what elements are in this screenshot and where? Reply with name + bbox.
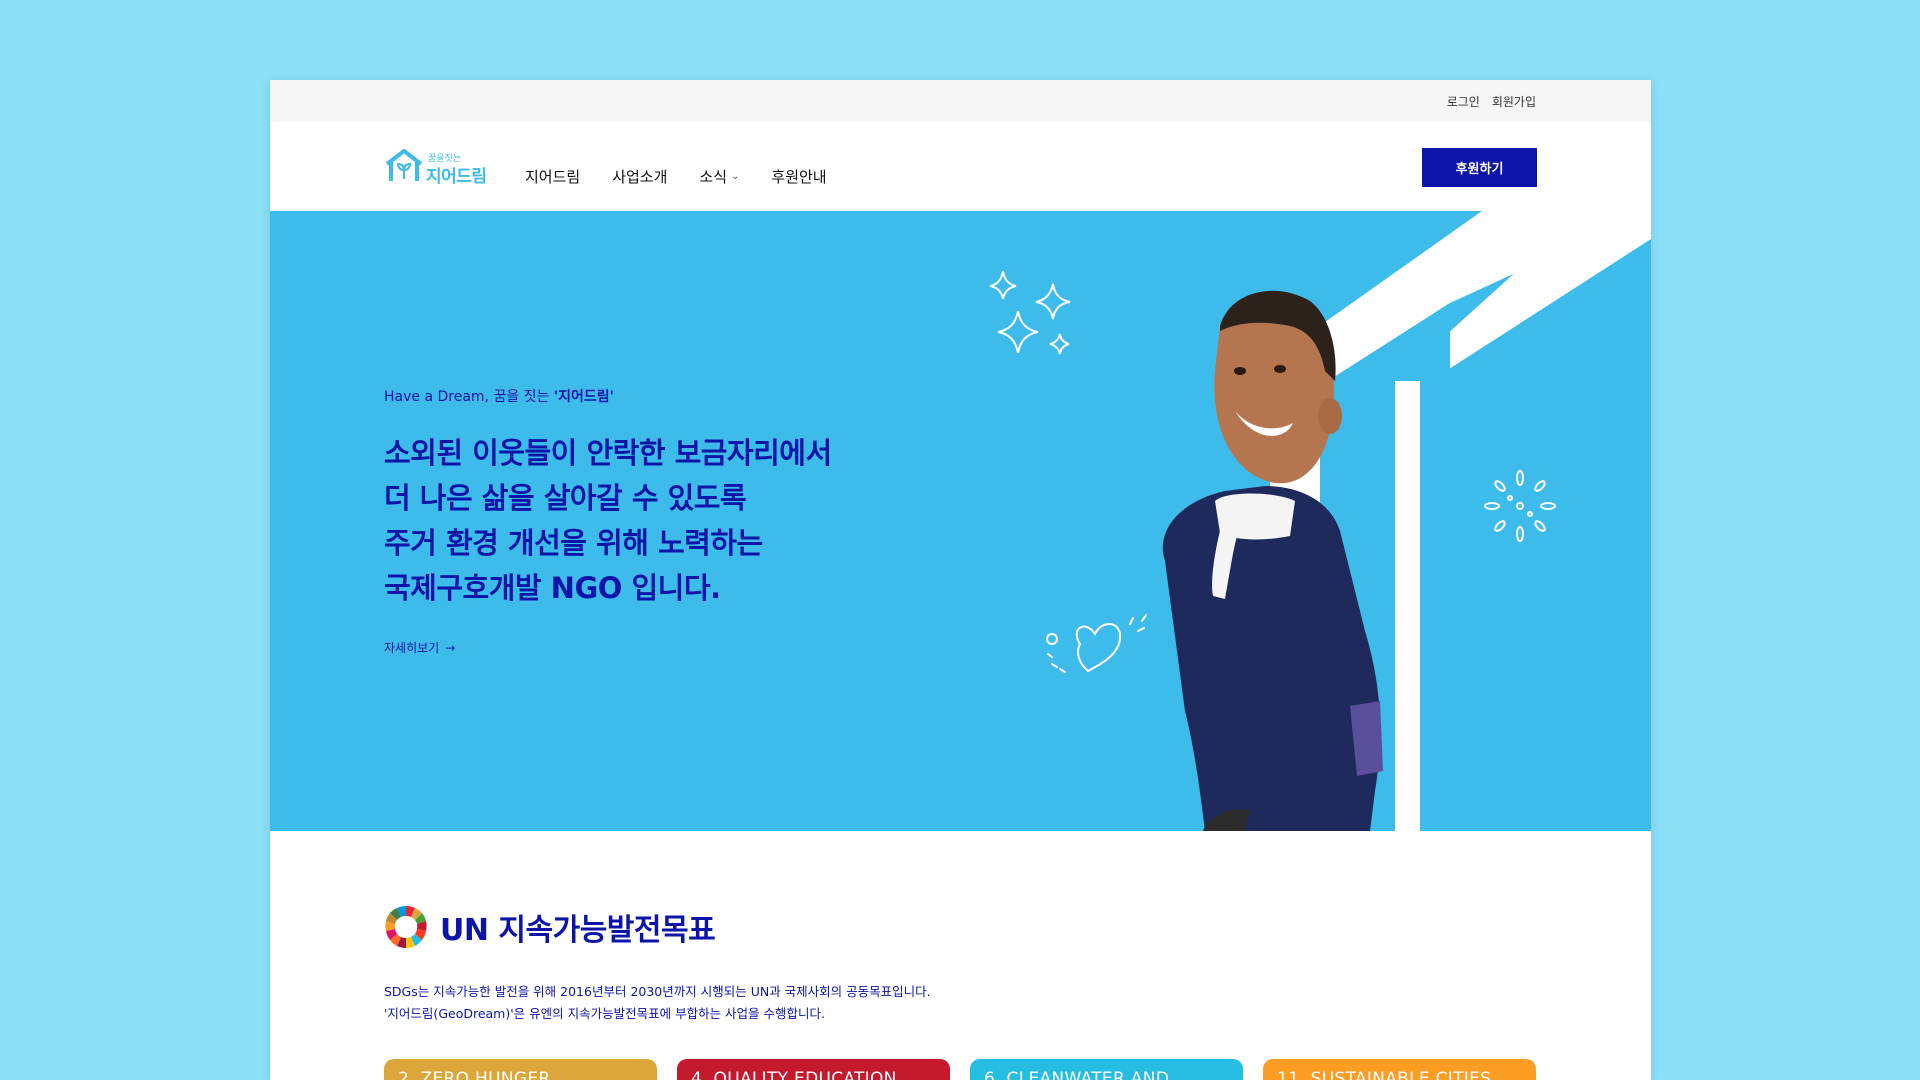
hero-headline: 소외된 이웃들이 안락한 보금자리에서 더 나은 삶을 살아갈 수 있도록 주거… [384,431,944,611]
house-logo-icon [385,149,423,181]
donate-button[interactable]: 후원하기 [1422,148,1537,187]
nav-item-business[interactable]: 사업소개 [612,166,667,187]
sdg-card-sustainable-cities[interactable]: 11. SUSTAINABLE CITIES [1263,1059,1536,1080]
eyebrow-highlight: '지어드림' [553,389,614,405]
hero-eyebrow: Have a Dream, 꿈을 짓는 '지어드림' [384,386,614,406]
browser-page: 로그인 회원가입 꿈을짓는 지어드림 지어드림 사업소개 소식 ⌄ 후원안내 후원… [270,80,1651,1080]
sdg-card-clean-water[interactable]: 6. CLEANWATER AND [970,1059,1243,1080]
child-photo [1162,290,1383,831]
headline-line: 국제구호개발 NGO 입니다. [384,571,721,605]
utility-bar: 로그인 회원가입 [270,80,1651,122]
arrow-right-icon: → [445,640,456,655]
chevron-down-icon: ⌄ [731,171,740,182]
headline-line: 주거 환경 개선을 위해 노력하는 [384,526,763,560]
sdg-title: UN 지속가능발전목표 [440,913,716,948]
site-logo[interactable]: 꿈을짓는 지어드림 [384,148,494,188]
nav-label: 사업소개 [612,168,668,186]
learn-more-label: 자세히보기 [384,641,440,655]
sdg-description: SDGs는 지속가능한 발전을 위해 2016년부터 2030년까지 시행되는 … [384,981,931,1025]
sparkles-doodle-icon [989,270,1071,355]
desc-line: '지어드림(GeoDream)'은 유엔의 지속가능발전목표에 부합하는 사업을… [384,1006,826,1021]
sdg-card-quality-education[interactable]: 4. QUALITY EDUCATION [677,1059,950,1080]
sdg-cards: 2. ZERO HUNGER 4. QUALITY EDUCATION 6. C… [384,1059,1536,1080]
nav-item-support[interactable]: 후원안내 [771,166,826,187]
nav-item-geodream[interactable]: 지어드림 [525,166,580,187]
sdg-section: UN 지속가능발전목표 SDGs는 지속가능한 발전을 위해 2016년부터 2… [270,831,1651,1080]
primary-nav: 지어드림 사업소개 소식 ⌄ 후원안내 [525,166,827,187]
eyebrow-prefix: Have a Dream, 꿈을 짓는 [384,389,554,405]
logo-wordmark: 지어드림 [426,167,487,187]
main-navbar: 꿈을짓는 지어드림 지어드림 사업소개 소식 ⌄ 후원안내 후원하기 [270,122,1651,211]
login-link[interactable]: 로그인 [1447,93,1480,110]
headline-line: 소외된 이웃들이 안락한 보금자리에서 [384,436,832,470]
nav-label: 소식 [699,168,728,186]
learn-more-link[interactable]: 자세히보기 → [384,639,455,656]
signup-link[interactable]: 회원가입 [1492,93,1536,110]
nav-label: 후원안내 [771,168,827,186]
headline-line: 더 나은 삶을 살아갈 수 있도록 [384,481,747,515]
sdg-wheel-icon [385,905,427,949]
sparkle-burst-icon [1484,470,1556,542]
desc-line: SDGs는 지속가능한 발전을 위해 2016년부터 2030년까지 시행되는 … [384,984,931,999]
sdg-card-zero-hunger[interactable]: 2. ZERO HUNGER [384,1059,657,1080]
utility-links: 로그인 회원가입 [1447,93,1536,110]
sdg-heading: UN 지속가능발전목표 [384,905,716,949]
hero-banner: Have a Dream, 꿈을 짓는 '지어드림' 소외된 이웃들이 안락한 … [270,211,1651,831]
nav-item-news[interactable]: 소식 ⌄ [699,166,739,187]
nav-label: 지어드림 [525,168,581,186]
